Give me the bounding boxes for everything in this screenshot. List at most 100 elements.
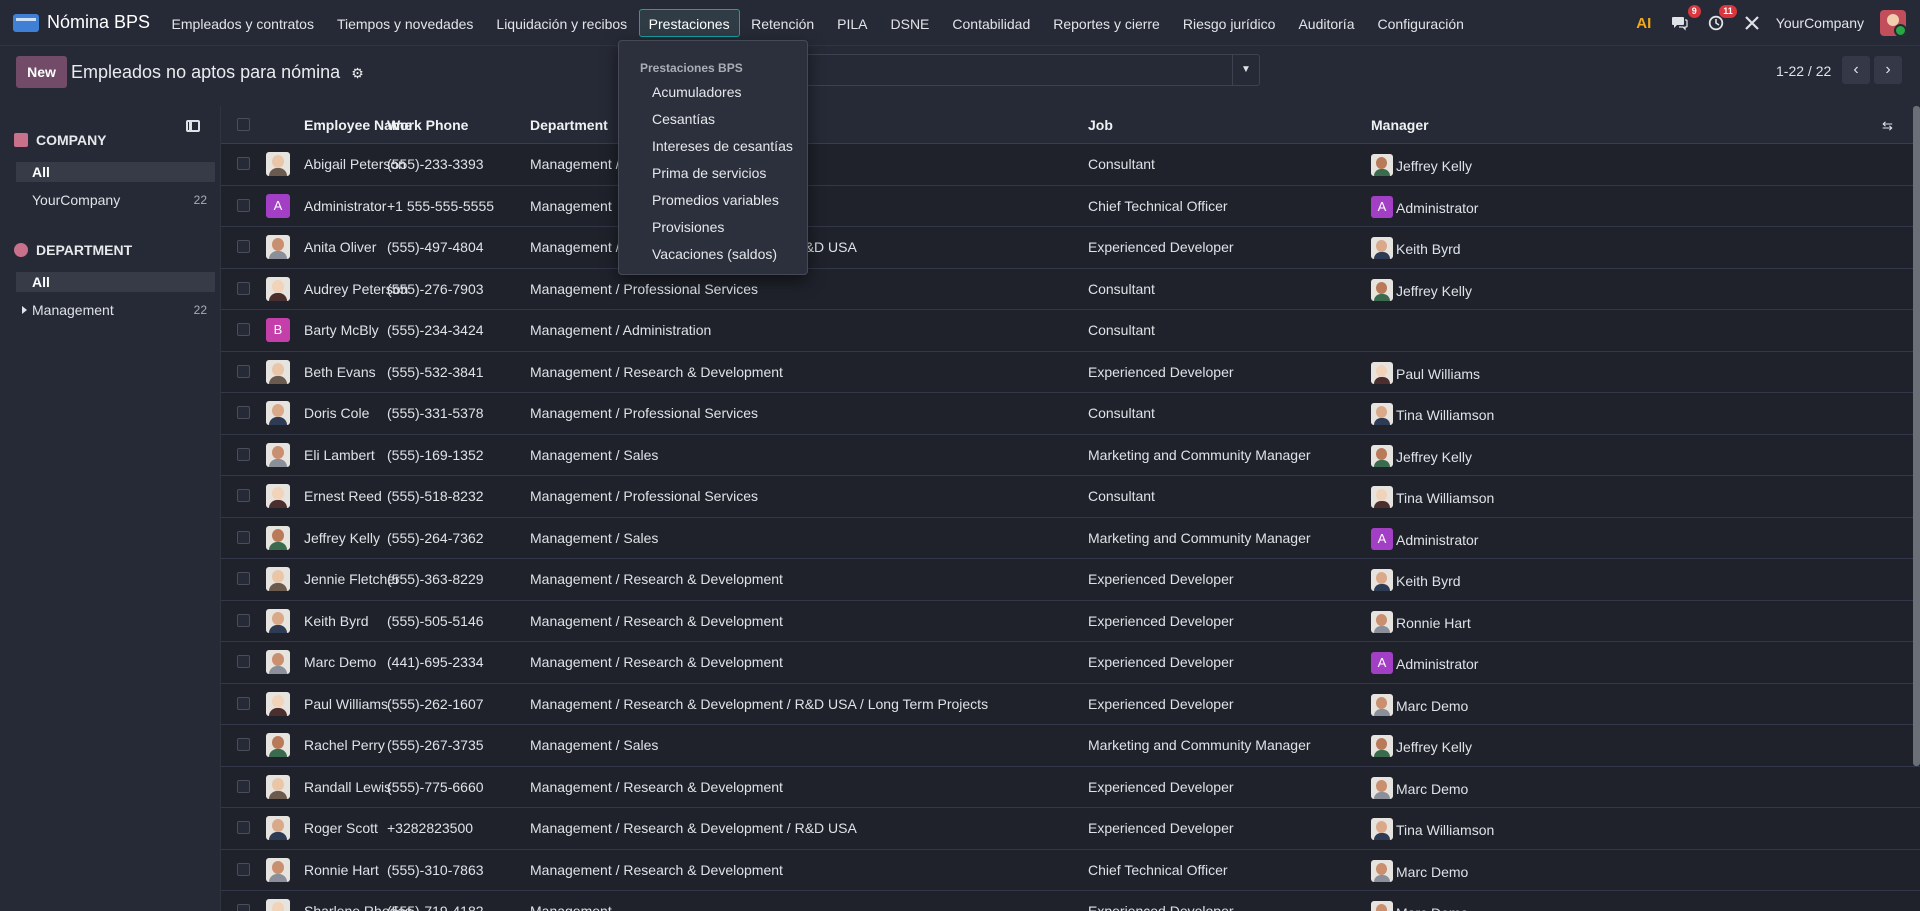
manager-name: Marc Demo	[1396, 863, 1469, 880]
row-checkbox[interactable]	[237, 406, 250, 419]
row-checkbox[interactable]	[237, 447, 250, 461]
row-checkbox[interactable]	[237, 613, 250, 627]
search-input[interactable]	[800, 54, 1232, 86]
app-brand[interactable]: Nómina BPS	[0, 0, 160, 46]
table-row[interactable]: Ronnie Hart (555)-310-7863 Management / Re…	[221, 850, 1920, 891]
table-row[interactable]: Doris Cole (555)-331-5378 Management / Pro…	[221, 393, 1920, 435]
table-row[interactable]: Eli Lambert (555)-169-1352 Management / Sa…	[221, 435, 1920, 476]
table-row[interactable]: Beth Evans (555)-532-3841 Management / Res…	[221, 352, 1920, 393]
table-row[interactable]: Jennie Fletcher (555)-363-8229 Management …	[221, 559, 1920, 601]
menu-riesgo-juridico[interactable]: Riesgo jurídico	[1171, 9, 1287, 37]
row-checkbox[interactable]	[237, 779, 250, 793]
row-checkbox[interactable]	[237, 240, 250, 253]
manager-avatar	[1371, 237, 1393, 259]
ai-icon[interactable]: AI	[1632, 11, 1656, 35]
row-checkbox[interactable]	[237, 489, 250, 502]
menu-item-intereses-cesantias[interactable]: Intereses de cesantías	[652, 138, 793, 154]
row-checkbox[interactable]	[237, 862, 250, 876]
column-manager[interactable]: Manager	[1371, 117, 1429, 133]
company-switcher[interactable]: YourCompany	[1776, 15, 1864, 31]
menu-item-promedios-variables[interactable]: Promedios variables	[652, 192, 779, 208]
table-row[interactable]: Randall Lewis (555)-775-6660 Management / …	[221, 767, 1920, 808]
pager-previous-button[interactable]: ‹	[1842, 56, 1870, 84]
new-button[interactable]: New	[16, 56, 67, 88]
menu-item-cesantias[interactable]: Cesantías	[652, 111, 715, 127]
caret-right-icon[interactable]	[22, 306, 27, 314]
messages-icon[interactable]: 9	[1668, 5, 1701, 35]
pager-value[interactable]: 1-22 / 22	[1776, 63, 1831, 79]
row-checkbox[interactable]	[237, 821, 250, 834]
table-row[interactable]: Roger Scott +3282823500 Management / Resea…	[221, 808, 1920, 850]
table-row[interactable]: A Administrator +1 555-555-5555 Management C…	[221, 186, 1920, 227]
row-checkbox[interactable]	[237, 655, 250, 668]
user-avatar[interactable]	[1880, 10, 1906, 36]
department-filter-all[interactable]: All	[16, 272, 215, 292]
top-navbar: Nómina BPS Empleados y contratos Tiempos…	[0, 0, 1920, 46]
sidebar-collapse-icon[interactable]	[186, 120, 200, 132]
menu-reportes-cierre[interactable]: Reportes y cierre	[1042, 9, 1172, 37]
table-row[interactable]: Keith Byrd (555)-505-5146 Management / Res…	[221, 601, 1920, 642]
table-row[interactable]: Anita Oliver(555)-497-4804Management / R…	[221, 227, 1920, 269]
table-row[interactable]: Paul Williams (555)-262-1607 Management / …	[221, 684, 1920, 725]
row-checkbox[interactable]	[237, 198, 250, 212]
employee-avatar	[266, 899, 290, 911]
menu-item-vacaciones-saldos[interactable]: Vacaciones (saldos)	[652, 246, 777, 262]
optional-columns-icon[interactable]: ⇆	[1882, 118, 1893, 134]
table-row[interactable]: Marc Demo (441)-695-2334 Management / Rese…	[221, 642, 1920, 684]
employee-avatar	[266, 650, 290, 674]
table-row[interactable]: Audrey Peterson (555)-276-7903 Management …	[221, 269, 1920, 310]
pager-next-button[interactable]: ›	[1874, 56, 1902, 84]
menu-liquidacion-recibos[interactable]: Liquidación y recibos	[485, 9, 639, 37]
row-checkbox[interactable]	[237, 364, 250, 378]
job-position: Consultant	[1088, 322, 1155, 338]
menu-item-prima-servicios[interactable]: Prima de servicios	[652, 165, 766, 181]
manager-name: Ronnie Hart	[1396, 614, 1471, 631]
work-phone: +3282823500	[387, 820, 474, 836]
manager-avatar	[1371, 735, 1393, 757]
work-phone: (555)-505-5146	[387, 612, 484, 629]
chevron-down-icon[interactable]: ▼	[1232, 54, 1260, 86]
table-row[interactable]: Abigail Peterson (555)-233-3393 Management…	[221, 144, 1920, 186]
menu-item-acumuladores[interactable]: Acumuladores	[652, 84, 742, 100]
menu-retencion[interactable]: Retención	[740, 9, 826, 37]
row-checkbox[interactable]	[237, 281, 250, 295]
row-checkbox[interactable]	[237, 696, 250, 710]
job-position: Experienced Developer	[1088, 820, 1234, 836]
row-checkbox[interactable]	[237, 572, 250, 585]
tools-icon[interactable]	[1740, 11, 1764, 35]
table-row[interactable]: Rachel Perry (555)-267-3735 Management / S…	[221, 725, 1920, 767]
company-filter-all[interactable]: All	[16, 162, 215, 182]
work-phone: (555)-363-8229	[387, 571, 484, 587]
menu-dsne[interactable]: DSNE	[879, 9, 941, 37]
row-checkbox[interactable]	[237, 738, 250, 751]
column-job[interactable]: Job	[1088, 117, 1113, 133]
row-checkbox[interactable]	[237, 904, 250, 911]
work-phone: (555)-262-1607	[387, 695, 484, 712]
menu-auditoria[interactable]: Auditoría	[1287, 9, 1366, 37]
menu-prestaciones[interactable]: Prestaciones	[638, 8, 740, 37]
menu-tiempos-novedades[interactable]: Tiempos y novedades	[325, 9, 484, 37]
menu-configuracion[interactable]: Configuración	[1366, 9, 1475, 37]
gear-icon[interactable]: ⚙	[351, 65, 364, 82]
department-filter-management[interactable]: Management 22	[16, 300, 215, 320]
row-checkbox[interactable]	[237, 530, 250, 544]
row-checkbox[interactable]	[237, 323, 250, 336]
manager-avatar	[1371, 569, 1393, 591]
scrollbar[interactable]	[1913, 106, 1920, 766]
table-row[interactable]: Sharlene Rhodes (555)-719-4182 Management E…	[221, 891, 1920, 911]
menu-pila[interactable]: PILA	[826, 9, 879, 37]
table-row[interactable]: Jeffrey Kelly (555)-264-7362 Management / …	[221, 518, 1920, 559]
menu-contabilidad[interactable]: Contabilidad	[941, 9, 1042, 37]
activities-clock-icon[interactable]: 11	[1704, 5, 1737, 35]
menu-empleados-contratos[interactable]: Empleados y contratos	[160, 9, 325, 37]
column-department[interactable]: Department	[530, 117, 608, 133]
company-filter-yourcompany[interactable]: YourCompany 22	[16, 190, 215, 210]
column-work-phone[interactable]: Work Phone	[387, 117, 468, 133]
select-all-checkbox[interactable]	[237, 118, 250, 131]
employee-name: Rachel Perry	[304, 737, 385, 753]
row-checkbox[interactable]	[237, 157, 250, 170]
menu-item-provisiones[interactable]: Provisiones	[652, 219, 724, 235]
department-count: 22	[193, 303, 207, 317]
table-row[interactable]: B Barty McBly (555)-234-3424 Management / A…	[221, 310, 1920, 352]
table-row[interactable]: Ernest Reed (555)-518-8232 Management / Pr…	[221, 476, 1920, 518]
